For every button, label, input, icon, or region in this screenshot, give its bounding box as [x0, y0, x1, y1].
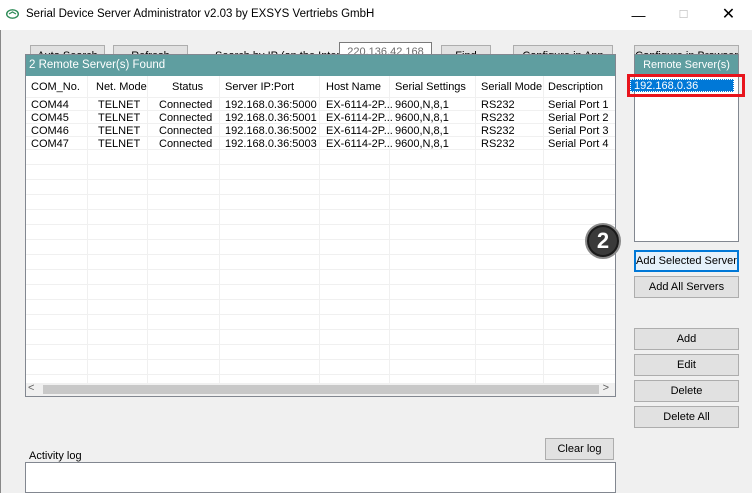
title-bar: Serial Device Server Administrator v2.03… — [0, 0, 752, 30]
cell-serial-mode[interactable]: RS232 — [481, 125, 515, 137]
maximize-button[interactable]: ☐ — [661, 0, 706, 30]
row-divider — [26, 164, 615, 165]
cell-serial-mode[interactable]: RS232 — [481, 112, 515, 124]
cell-status[interactable]: Connected — [159, 99, 212, 111]
column-header-status[interactable]: Status — [172, 81, 203, 93]
row-divider — [26, 239, 615, 240]
delete-all-button[interactable]: Delete All — [634, 406, 739, 428]
remote-servers-list[interactable]: Remote Server(s) 192.168.0.36 — [627, 54, 745, 242]
scroll-right-icon[interactable]: > — [603, 382, 609, 394]
cell-com-no[interactable]: COM44 — [31, 99, 69, 111]
cell-status[interactable]: Connected — [159, 138, 212, 150]
column-header-serial-mode[interactable]: Seriall Mode — [481, 81, 542, 93]
cell-server-ip-port[interactable]: 192.168.0.36:5001 — [225, 112, 317, 124]
row-divider — [26, 269, 615, 270]
cell-server-ip-port[interactable]: 192.168.0.36:5003 — [225, 138, 317, 150]
row-divider — [26, 209, 615, 210]
cell-description[interactable]: Serial Port 3 — [548, 125, 609, 137]
row-divider — [26, 359, 615, 360]
add-selected-server-button[interactable]: Add Selected Server — [634, 250, 739, 272]
row-divider — [26, 374, 615, 375]
cell-server-ip-port[interactable]: 192.168.0.36:5002 — [225, 125, 317, 137]
cell-net-mode[interactable]: TELNET — [98, 125, 140, 137]
cell-status[interactable]: Connected — [159, 125, 212, 137]
row-divider — [26, 314, 615, 315]
cell-net-mode[interactable]: TELNET — [98, 138, 140, 150]
cell-status[interactable]: Connected — [159, 112, 212, 124]
cell-host-name[interactable]: EX-6114-2P... — [326, 112, 393, 124]
cell-serial-settings[interactable]: 9600,N,8,1 — [395, 125, 449, 137]
cell-serial-mode[interactable]: RS232 — [481, 138, 515, 150]
cell-host-name[interactable]: EX-6114-2P... — [326, 138, 393, 150]
row-divider — [26, 224, 615, 225]
add-all-servers-button[interactable]: Add All Servers — [634, 276, 739, 298]
step-badge: 2 — [585, 223, 621, 259]
horizontal-scrollbar[interactable]: < > — [26, 382, 615, 396]
app-icon — [6, 9, 19, 19]
scroll-left-icon[interactable]: < — [28, 382, 34, 394]
row-divider — [26, 254, 615, 255]
row-divider — [26, 179, 615, 180]
column-header-net-mode[interactable]: Net. Mode — [96, 81, 147, 93]
cell-description[interactable]: Serial Port 4 — [548, 138, 609, 150]
cell-description[interactable]: Serial Port 1 — [548, 99, 609, 111]
column-header-host-name[interactable]: Host Name — [326, 81, 381, 93]
cell-com-no[interactable]: COM45 — [31, 112, 69, 124]
scrollbar-thumb[interactable] — [43, 385, 599, 394]
row-divider — [26, 299, 615, 300]
cell-serial-settings[interactable]: 9600,N,8,1 — [395, 138, 449, 150]
cell-com-no[interactable]: COM46 — [31, 125, 69, 137]
cell-com-no[interactable]: COM47 — [31, 138, 69, 150]
delete-button[interactable]: Delete — [634, 380, 739, 402]
column-header-server-ip-port[interactable]: Server IP:Port — [225, 81, 294, 93]
cell-host-name[interactable]: EX-6114-2P... — [326, 99, 393, 111]
activity-log-label: Activity log — [29, 450, 82, 462]
cell-serial-mode[interactable]: RS232 — [481, 99, 515, 111]
row-divider — [26, 344, 615, 345]
cell-serial-settings[interactable]: 9600,N,8,1 — [395, 99, 449, 111]
cell-net-mode[interactable]: TELNET — [98, 112, 140, 124]
servers-found-header: 2 Remote Server(s) Found — [26, 55, 615, 76]
activity-log-textbox[interactable] — [25, 462, 616, 493]
column-header-com-no[interactable]: COM_No. — [31, 81, 80, 93]
column-header-serial-settings[interactable]: Serial Settings — [395, 81, 466, 93]
minimize-button[interactable]: — — [616, 0, 661, 30]
row-divider — [26, 194, 615, 195]
row-divider — [26, 284, 615, 285]
remote-servers-header: Remote Server(s) — [635, 55, 738, 76]
highlight-box: 192.168.0.36 — [627, 74, 745, 97]
window-title: Serial Device Server Administrator v2.03… — [26, 8, 375, 20]
cell-host-name[interactable]: EX-6114-2P... — [326, 125, 393, 137]
edit-button[interactable]: Edit — [634, 354, 739, 376]
clear-log-button[interactable]: Clear log — [545, 438, 614, 460]
server-list[interactable]: 2 Remote Server(s) Found COM_No. Net. Mo… — [25, 54, 616, 397]
cell-server-ip-port[interactable]: 192.168.0.36:5000 — [225, 99, 317, 111]
close-button[interactable]: ✕ — [706, 0, 751, 30]
remote-server-item[interactable]: 192.168.0.36 — [630, 79, 734, 92]
cell-serial-settings[interactable]: 9600,N,8,1 — [395, 112, 449, 124]
column-header-description[interactable]: Description — [548, 81, 603, 93]
add-button[interactable]: Add — [634, 328, 739, 350]
row-divider — [26, 97, 615, 98]
cell-description[interactable]: Serial Port 2 — [548, 112, 609, 124]
cell-net-mode[interactable]: TELNET — [98, 99, 140, 111]
row-divider — [26, 329, 615, 330]
